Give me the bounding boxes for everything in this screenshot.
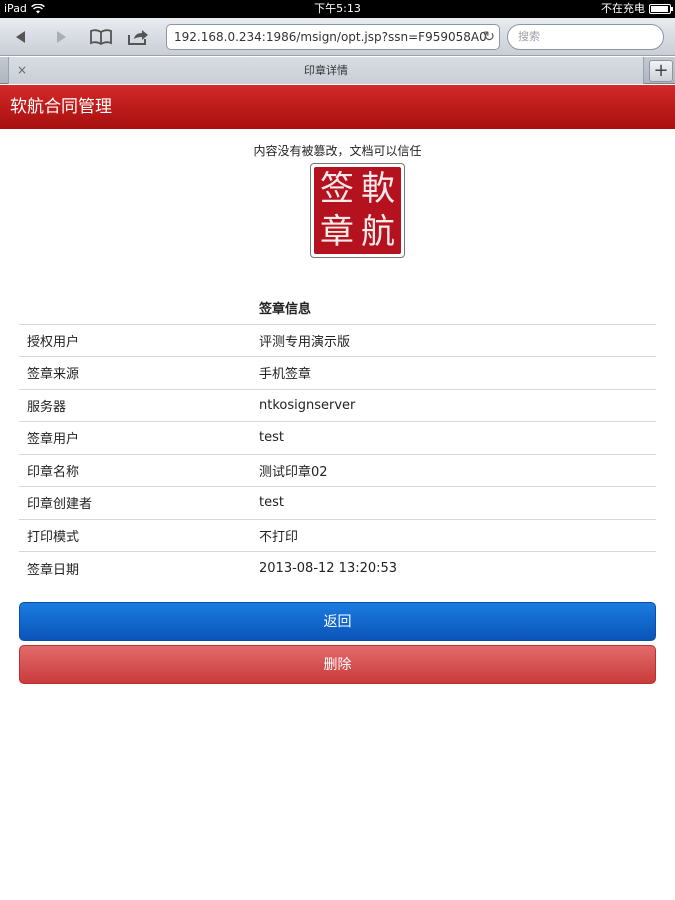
seal-stamp: 軟 航 签 章 bbox=[314, 167, 401, 254]
seal-char: 章 bbox=[320, 212, 354, 252]
back-arrow-icon[interactable] bbox=[8, 25, 34, 49]
app-title: 软航合同管理 bbox=[10, 97, 112, 117]
seal-image: 軟 航 签 章 bbox=[310, 163, 405, 258]
row-key: 服务器 bbox=[19, 389, 259, 422]
table-row: 签章来源 手机签章 bbox=[19, 356, 656, 390]
close-tab-icon[interactable]: × bbox=[17, 57, 27, 84]
table-row: 签章用户 test bbox=[19, 421, 656, 455]
table-header: 签章信息 bbox=[19, 292, 656, 325]
browser-toolbar: 192.168.0.234:1986/msign/opt.jsp?ssn=F95… bbox=[0, 18, 675, 56]
tab-bar: × 印章详情 + bbox=[0, 57, 675, 84]
table-row: 打印模式 不打印 bbox=[19, 519, 656, 552]
search-input[interactable]: 搜索 bbox=[507, 24, 664, 50]
status-right: 不在充电 bbox=[601, 0, 673, 18]
battery-icon bbox=[649, 4, 673, 14]
app-header: 软航合同管理 bbox=[0, 85, 675, 129]
row-value: ntkosignserver bbox=[259, 389, 656, 422]
charging-status: 不在充电 bbox=[601, 2, 645, 15]
share-icon[interactable] bbox=[125, 25, 151, 49]
row-value: 手机签章 bbox=[259, 356, 656, 390]
row-key: 签章日期 bbox=[27, 562, 80, 578]
seal-char: 軟 bbox=[361, 169, 395, 209]
table-row: 印章创建者 test bbox=[19, 486, 656, 520]
new-tab-button[interactable]: + bbox=[649, 60, 673, 82]
seal-char: 签 bbox=[320, 169, 354, 209]
delete-button[interactable]: 删除 bbox=[19, 645, 656, 684]
bookmarks-book-icon[interactable] bbox=[88, 25, 114, 49]
row-key: 签章用户 bbox=[19, 421, 259, 455]
seal-char: 航 bbox=[361, 212, 395, 252]
verification-message: 内容没有被篡改，文档可以信任 bbox=[253, 144, 422, 158]
table-row: 印章名称 测试印章02 bbox=[19, 454, 656, 487]
row-key: 签章来源 bbox=[19, 356, 259, 390]
row-key: 印章名称 bbox=[19, 454, 259, 487]
tab-title: 印章详情 bbox=[304, 64, 348, 77]
status-bar: iPad 下午5:13 不在充电 bbox=[0, 0, 675, 18]
back-button[interactable]: 返回 bbox=[19, 602, 656, 641]
table-row: 签章日期 2013-08-12 13:20:53 bbox=[19, 552, 656, 585]
row-value: 评测专用演示版 bbox=[259, 324, 656, 357]
row-value: 2013-08-12 13:20:53 bbox=[259, 560, 398, 576]
row-value: 不打印 bbox=[259, 519, 656, 552]
tab-seal-details[interactable]: × 印章详情 bbox=[8, 57, 644, 84]
forward-arrow-icon[interactable] bbox=[48, 25, 74, 49]
seal-info-table: 签章信息 授权用户 评测专用演示版 签章来源 手机签章 服务器 ntkosign… bbox=[19, 292, 656, 584]
url-field[interactable]: 192.168.0.234:1986/msign/opt.jsp?ssn=F95… bbox=[166, 24, 500, 50]
row-value: test bbox=[259, 421, 656, 455]
table-row: 服务器 ntkosignserver bbox=[19, 389, 656, 422]
row-value: 测试印章02 bbox=[259, 454, 656, 487]
row-key: 打印模式 bbox=[19, 519, 259, 552]
url-text: 192.168.0.234:1986/msign/opt.jsp?ssn=F95… bbox=[174, 30, 487, 44]
status-time: 下午5:13 bbox=[314, 2, 361, 15]
row-key: 授权用户 bbox=[19, 324, 259, 357]
reload-icon[interactable]: ↻ bbox=[483, 25, 495, 49]
table-header-row: 签章信息 bbox=[19, 292, 656, 325]
row-value: test bbox=[259, 486, 656, 520]
table-row: 授权用户 评测专用演示版 bbox=[19, 324, 656, 357]
row-key: 印章创建者 bbox=[19, 486, 259, 520]
